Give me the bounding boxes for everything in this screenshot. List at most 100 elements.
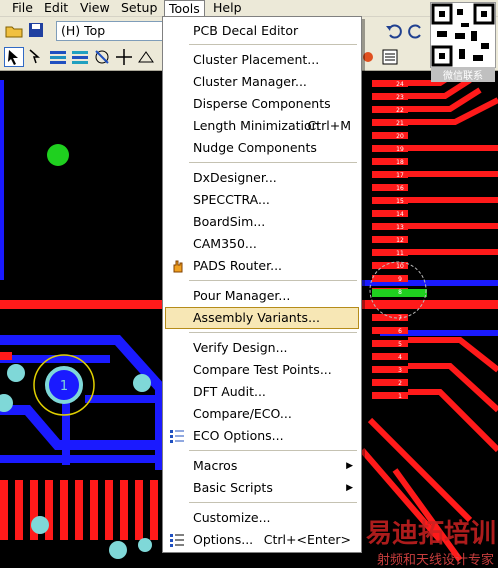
menu-item-label: Pour Manager... [193,288,291,303]
menu-bar: File Edit View Setup Tools Help [0,0,498,18]
menu-item-shortcut: Ctrl+M [307,118,352,133]
blue-trace [62,395,70,465]
menu-item-macros[interactable]: Macros ▶ [165,455,359,477]
menu-item-label: Basic Scripts [193,480,273,495]
menu-item-length-minimization[interactable]: Length Minimization Ctrl+M [165,115,359,137]
stack-icon[interactable] [70,47,90,67]
menu-item-label: Compare/ECO... [193,406,292,421]
menu-item-pcb-decal-editor[interactable]: PCB Decal Editor [165,20,359,42]
pin-number: 6 [398,328,402,335]
spread-icon[interactable] [136,47,156,67]
red-trace [15,480,23,540]
menu-item-label: Macros [193,458,238,473]
menu-item-verify-design[interactable]: Verify Design... [165,337,359,359]
menu-item-cluster-placement[interactable]: Cluster Placement... [165,49,359,71]
component-icon[interactable] [92,47,112,67]
menu-item-label: Cluster Placement... [193,52,320,67]
save-icon[interactable] [26,20,46,40]
watermark-subtext: 射频和天线设计专家 [376,553,494,568]
pin-number: 10 [396,263,404,270]
pin-number: 19 [396,146,404,153]
menu-item-specctra[interactable]: SPECCTRA... [165,189,359,211]
menu-separator [189,502,357,503]
pin-number: 17 [396,172,404,179]
pin-number: 3 [398,367,402,374]
menu-separator [189,280,357,281]
menu-item-label: ECO Options... [193,428,284,443]
menu-item-label: CAM350... [193,236,257,251]
move-icon[interactable] [114,47,134,67]
red-trace [150,480,158,540]
menu-separator [189,332,357,333]
menu-item-cam350[interactable]: CAM350... [165,233,359,255]
menu-edit[interactable]: Edit [40,0,72,17]
blue-trace [0,80,4,280]
red-trace [0,352,12,360]
pads-router-icon [173,260,183,273]
menu-item-label: SPECCTRA... [193,192,270,207]
pin-number: 20 [396,133,404,140]
menu-item-shortcut: Ctrl+<Enter> [263,532,351,547]
open-icon[interactable] [4,20,24,40]
layer-icon[interactable] [48,47,68,67]
menu-item-cluster-manager[interactable]: Cluster Manager... [165,71,359,93]
red-trace [0,480,8,540]
red-trace [60,480,68,540]
pin-number: 12 [396,237,404,244]
menu-item-nudge-components[interactable]: Nudge Components [165,137,359,159]
list-icon[interactable] [380,47,400,67]
select-mode-icon[interactable] [4,47,24,67]
pin-number: 22 [396,107,404,114]
menu-item-boardsim[interactable]: BoardSim... [165,211,359,233]
menu-item-label: PADS Router... [193,258,283,273]
menu-item-label: Compare Test Points... [193,362,332,377]
redo-icon[interactable] [406,20,426,40]
menu-item-compare-eco[interactable]: Compare/ECO... [165,403,359,425]
menu-item-label: Verify Design... [193,340,288,355]
red-trace [90,480,98,540]
menu-item-compare-test-points[interactable]: Compare Test Points... [165,359,359,381]
menu-item-label: Cluster Manager... [193,74,307,89]
pin-number: 24 [396,81,404,88]
menu-item-options[interactable]: Options... Ctrl+<Enter> [165,529,359,551]
menu-file[interactable]: File [8,0,37,17]
pin-number: 1 [398,393,402,400]
red-trace [135,480,143,540]
menu-item-disperse-components[interactable]: Disperse Components [165,93,359,115]
app-window: 1 24 23 22 21 20 19 18 17 16 15 14 13 12 11 10 9 8 7 6 5 4 3 2… [0,0,498,568]
menu-item-dft-audit[interactable]: DFT Audit... [165,381,359,403]
red-trace [105,480,113,540]
menu-item-label: Assembly Variants... [193,310,320,325]
blue-trace [0,455,165,463]
pin-number: 16 [396,185,404,192]
qr-code-image: 微信联系 [430,2,496,82]
pin-number: 21 [396,120,404,127]
options-icon [170,534,184,547]
menu-item-label: Length Minimization [193,118,320,133]
layer-select[interactable]: (H) Top [56,21,166,41]
route-icon[interactable] [26,47,46,67]
menu-item-assembly-variants[interactable]: Assembly Variants... [165,307,359,329]
menu-item-label: Options... [193,532,254,547]
menu-help[interactable]: Help [209,0,246,17]
menu-item-dxdesigner[interactable]: DxDesigner... [165,167,359,189]
menu-item-label: DxDesigner... [193,170,277,185]
menu-view[interactable]: View [76,0,114,17]
pin-number: 11 [396,250,404,257]
submenu-arrow-icon: ▶ [346,483,353,493]
green-via [47,144,69,166]
qr-caption: 微信联系 [431,67,495,82]
menu-item-pour-manager[interactable]: Pour Manager... [165,285,359,307]
undo-icon[interactable] [384,20,404,40]
menu-item-eco-options[interactable]: ECO Options... [165,425,359,447]
menu-item-pads-router[interactable]: PADS Router... [165,255,359,277]
menu-setup[interactable]: Setup [117,0,161,17]
pin-number: 13 [396,224,404,231]
menu-item-customize[interactable]: Customize... [165,507,359,529]
watermark-text: 易迪拓培训 [365,519,496,549]
pin-number: 4 [398,354,402,361]
blue-trace [85,395,165,403]
red-trace [75,480,83,540]
menu-item-label: Customize... [193,510,271,525]
menu-item-basic-scripts[interactable]: Basic Scripts ▶ [165,477,359,499]
